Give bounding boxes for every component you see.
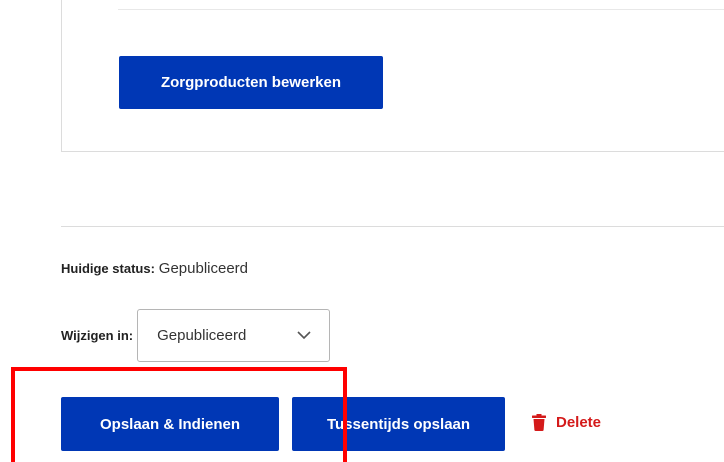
current-status: Huidige status: Gepubliceerd — [61, 259, 248, 278]
edit-care-products-button[interactable]: Zorgproducten bewerken — [119, 56, 383, 109]
change-state-label: Wijzigen in: — [61, 328, 134, 343]
state-select-value: Gepubliceerd — [157, 327, 247, 344]
change-state-row: Wijzigen in: Gepubliceerd — [61, 309, 331, 362]
save-and-submit-button[interactable]: Opslaan & Indienen — [61, 397, 279, 451]
section-divider — [61, 226, 724, 227]
current-status-label: Huidige status: — [61, 261, 155, 276]
chevron-down-icon — [297, 331, 311, 340]
card-divider — [118, 9, 724, 10]
trash-icon — [532, 414, 556, 431]
delete-label: Delete — [556, 414, 602, 431]
state-select[interactable]: Gepubliceerd — [137, 309, 331, 362]
page: Zorgproducten bewerken Huidige status: G… — [0, 0, 724, 462]
delete-link[interactable]: Delete — [532, 414, 601, 431]
current-status-value: Gepubliceerd — [158, 260, 249, 277]
save-draft-button[interactable]: Tussentijds opslaan — [292, 397, 505, 451]
